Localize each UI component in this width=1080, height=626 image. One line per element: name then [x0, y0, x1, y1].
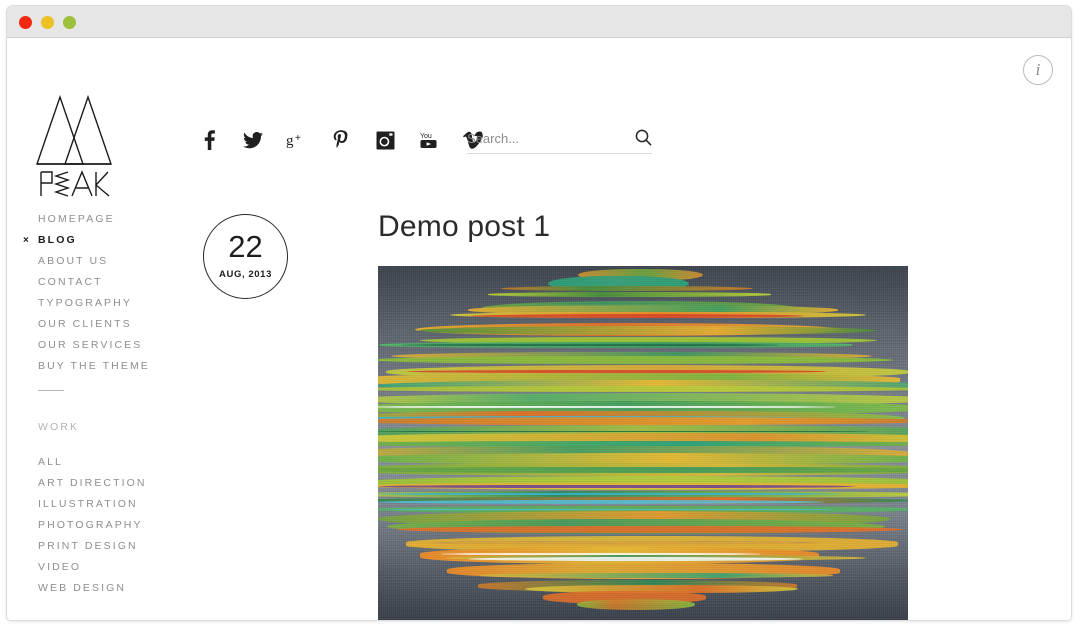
sidebar-item-label: Photography [38, 519, 143, 531]
sidebar-item-label: Our Services [38, 339, 143, 351]
artwork-accent-thread [390, 508, 834, 511]
svg-text:+: + [295, 133, 301, 144]
artwork-accent-thread [471, 314, 805, 318]
artwork-band [378, 466, 908, 473]
sidebar-item-our-clients[interactable]: Our Clients [7, 314, 197, 335]
active-marker-icon: × [23, 235, 29, 246]
sidebar-item-our-services[interactable]: Our Services [7, 335, 197, 356]
post-date-badge: 22 AUG, 2013 [203, 214, 288, 299]
sidebar-item-label: All [38, 456, 63, 468]
sidebar-item-about-us[interactable]: About Us [7, 251, 197, 272]
artwork-band [488, 291, 772, 298]
instagram-icon[interactable] [373, 127, 397, 153]
sidebar-item-video[interactable]: Video [7, 557, 197, 578]
window-maximize-button[interactable] [63, 16, 76, 29]
work-section-heading: Work [38, 421, 80, 433]
artwork-accent-thread [467, 557, 804, 561]
social-links: g + You [197, 127, 485, 153]
artwork-accent-thread [378, 499, 825, 504]
artwork-band [378, 385, 908, 392]
page-content: i g + You Search... HOMEPAGE × BLOG ABOU… [7, 39, 1071, 620]
sidebar-item-label: Art Direction [38, 477, 147, 489]
artwork-accent-thread [378, 485, 855, 488]
sidebar-item-contact[interactable]: Contact [7, 272, 197, 293]
pinterest-icon[interactable] [329, 127, 353, 153]
sidebar-item-all[interactable]: All [7, 452, 197, 473]
artwork-band [501, 285, 753, 291]
peak-logo-icon [36, 94, 112, 197]
sidebar-item-typography[interactable]: Typography [7, 293, 197, 314]
screenshot-root: i g + You Search... HOMEPAGE × BLOG ABOU… [0, 0, 1080, 626]
twitter-icon[interactable] [241, 127, 265, 153]
post-featured-image[interactable] [378, 266, 908, 620]
youtube-icon[interactable]: You [417, 127, 441, 153]
sidebar-item-label: Typography [38, 297, 132, 309]
artwork-band [480, 572, 833, 578]
artwork-band [397, 525, 904, 534]
nav-divider [38, 390, 64, 391]
sidebar-item-label: Buy The Theme [38, 360, 150, 372]
svg-text:You: You [420, 133, 432, 140]
primary-nav: Homepage × Blog About Us Contact Typography Ou… [7, 209, 197, 377]
sidebar-item-art-direction[interactable]: Art Direction [7, 473, 197, 494]
sidebar-item-buy-the-theme[interactable]: Buy The Theme [7, 356, 197, 377]
search-input[interactable] [467, 131, 607, 146]
sidebar-item-label: Homepage [38, 213, 115, 225]
post-date-monthyear: AUG, 2013 [219, 269, 272, 280]
post-title[interactable]: Demo post 1 [378, 210, 550, 244]
sidebar-item-print-design[interactable]: Print Design [7, 536, 197, 557]
sidebar-item-blog[interactable]: × Blog [7, 230, 197, 251]
artwork-accent-thread [378, 493, 840, 495]
facebook-icon[interactable] [197, 127, 221, 153]
sidebar-item-label: Blog [38, 234, 77, 246]
window-minimize-button[interactable] [41, 16, 54, 29]
site-logo[interactable] [34, 89, 114, 199]
svg-text:g: g [286, 133, 294, 149]
sidebar-item-photography[interactable]: Photography [7, 515, 197, 536]
sidebar-item-label: Video [38, 561, 82, 573]
info-icon: i [1035, 60, 1041, 79]
window-close-button[interactable] [19, 16, 32, 29]
sidebar-item-label: Illustration [38, 498, 138, 510]
artwork-accent-thread [378, 405, 836, 408]
sidebar-item-homepage[interactable]: Homepage [7, 209, 197, 230]
search-icon[interactable] [635, 129, 652, 146]
sidebar-item-label: Print Design [38, 540, 138, 552]
sidebar-item-illustration[interactable]: Illustration [7, 494, 197, 515]
googleplus-icon[interactable]: g + [285, 127, 309, 153]
sidebar-item-label: Our Clients [38, 318, 132, 330]
browser-titlebar [7, 6, 1071, 38]
sidebar-item-label: Web Design [38, 582, 127, 594]
post-date-day: 22 [228, 229, 263, 264]
sidebar-nav: Homepage × Blog About Us Contact Typography Ou… [7, 209, 197, 599]
info-button[interactable]: i [1023, 55, 1053, 85]
sidebar-item-label: Contact [38, 276, 103, 288]
browser-window: i g + You Search... HOMEPAGE × BLOG ABOU… [6, 5, 1072, 621]
work-nav: All Art Direction Illustration Photography P… [7, 452, 197, 599]
artwork-band [576, 598, 695, 610]
search-box[interactable] [467, 129, 652, 154]
artwork-band [378, 416, 908, 426]
featured-image-artwork [378, 266, 908, 620]
sidebar-item-label: About Us [38, 255, 109, 267]
artwork-band [418, 326, 876, 336]
sidebar-item-web-design[interactable]: Web Design [7, 578, 197, 599]
